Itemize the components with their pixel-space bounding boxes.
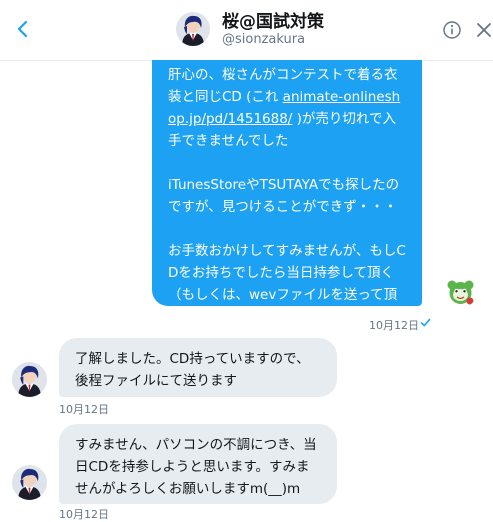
message-timestamp: 10月12日 bbox=[59, 403, 109, 416]
avatar[interactable] bbox=[12, 465, 47, 500]
message-text: すみません、パソコンの不調につき、当日CDを持参しようと思います。すみませんがよ… bbox=[75, 437, 317, 497]
check-icon bbox=[420, 318, 431, 327]
message-paragraph: お手数おかけしてすみませんが、もしCDをお持ちでしたら当日持参して頂く（もしくは… bbox=[168, 243, 406, 325]
display-name[interactable]: 桜@国試対策 bbox=[222, 7, 324, 32]
chevron-left-icon bbox=[17, 20, 28, 38]
avatar[interactable] bbox=[12, 362, 47, 397]
close-icon[interactable] bbox=[476, 22, 492, 38]
message-timestamp: 10月12日 bbox=[59, 508, 109, 521]
message-bubble-outgoing[interactable]: 肝心の、桜さんがコンテストで着る衣装と同じCD (これ animate-onli… bbox=[152, 60, 422, 325]
conversation-header: 桜@国試対策 @sionzakura bbox=[0, 0, 493, 61]
message-bubble-incoming[interactable]: 了解しました。CD持っていますので、後程ファイルにて送ります bbox=[59, 338, 337, 397]
message-paragraph: iTunesStoreやTSUTAYAでも探したのですが、見つけることができず・… bbox=[168, 177, 400, 215]
info-icon[interactable] bbox=[442, 20, 462, 40]
back-button[interactable] bbox=[12, 18, 34, 40]
my-avatar[interactable] bbox=[444, 275, 477, 308]
user-handle: @sionzakura bbox=[222, 32, 306, 47]
message-timestamp: 10月12日 bbox=[369, 319, 419, 332]
message-text: 了解しました。CD持っていますので、後程ファイルにて送ります bbox=[75, 351, 310, 389]
message-paragraph: 肝心の、桜さんがコンテストで着る衣装と同じCD (これ animate-onli… bbox=[168, 67, 401, 149]
message-bubble-incoming[interactable]: すみません、パソコンの不調につき、当日CDを持参しようと思います。すみませんがよ… bbox=[59, 424, 337, 504]
avatar[interactable] bbox=[176, 12, 210, 46]
